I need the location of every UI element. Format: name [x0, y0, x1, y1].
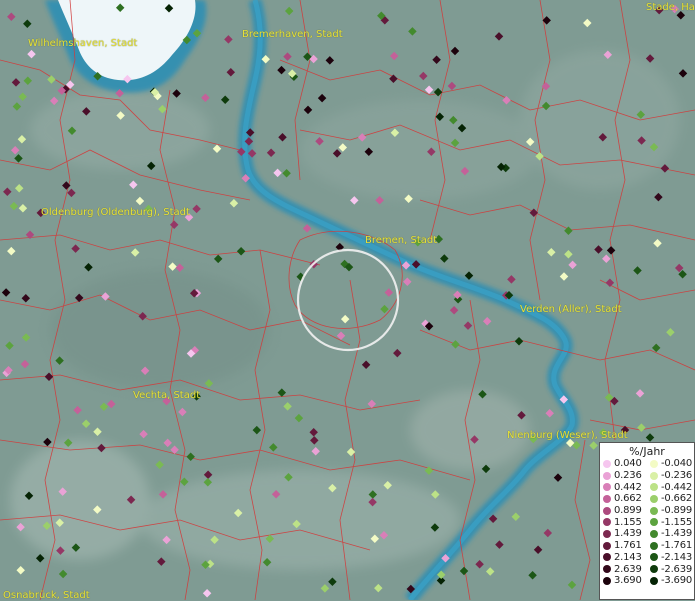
legend-value: -3.690: [661, 575, 693, 587]
legend-swatch: [650, 565, 658, 574]
legend-entry-negative: -0.899: [647, 505, 694, 516]
legend-value: 1.761: [614, 540, 642, 552]
legend-entry-negative: -0.662: [647, 493, 694, 504]
legend-swatch: [650, 471, 658, 480]
legend-entry-positive: 0.899: [600, 505, 647, 516]
legend-row: 2.143 -2.143: [600, 552, 694, 564]
legend-entry-positive: 1.439: [600, 528, 647, 539]
legend-value: 2.143: [614, 551, 642, 563]
legend-row: 1.761 -1.761: [600, 540, 694, 552]
legend-swatch: [650, 494, 658, 503]
legend-swatch: [650, 459, 658, 468]
legend-value: 3.690: [614, 575, 642, 587]
legend-swatch: [603, 529, 611, 538]
legend-value: 0.040: [614, 458, 642, 470]
legend-entry-positive: 1.155: [600, 517, 647, 528]
legend-entry-negative: -1.155: [647, 517, 694, 528]
legend-swatch: [650, 576, 658, 585]
legend-entry-positive: 0.662: [600, 493, 647, 504]
city-label-vechta: Vechta, Stadt: [133, 390, 201, 401]
legend-row: 0.040 -0.040: [600, 458, 694, 470]
legend-entry-negative: -1.761: [647, 540, 694, 551]
legend-entry-negative: -2.143: [647, 552, 694, 563]
legend-row: 0.899 -0.899: [600, 505, 694, 517]
legend-swatch: [603, 494, 611, 503]
legend-value: 0.442: [614, 481, 642, 493]
legend-row: 3.690 -3.690: [600, 575, 694, 587]
city-label-verden: Verden (Aller), Stadt: [520, 304, 622, 315]
legend-entry-negative: -1.439: [647, 528, 694, 539]
legend-title: %/Jahr: [629, 445, 665, 458]
legend-swatch: [603, 518, 611, 527]
legend-swatch: [603, 483, 611, 492]
legend-entry-positive: 3.690: [600, 575, 647, 586]
legend-entry-negative: -0.236: [647, 470, 694, 481]
legend-entry-positive: 0.236: [600, 470, 647, 481]
legend-swatch: [603, 541, 611, 550]
legend-value: -1.761: [661, 540, 693, 552]
legend-swatch: [603, 506, 611, 515]
legend-swatch: [603, 471, 611, 480]
legend-row: 0.236 -0.236: [600, 470, 694, 482]
legend-swatch: [650, 483, 658, 492]
legend-swatch: [650, 529, 658, 538]
city-label-nienburg: Nienburg (Weser), Stadt: [507, 430, 628, 441]
legend-value: -0.662: [661, 493, 693, 505]
legend-value: 0.662: [614, 493, 642, 505]
city-label-osnabrueck: Osnabrück, Stadt: [3, 590, 90, 601]
legend-swatch: [650, 541, 658, 550]
legend-swatch: [603, 553, 611, 562]
legend-panel: %/Jahr 0.040 -0.040 0.236 -0.236 0.442 -0.442…: [599, 442, 695, 600]
legend-swatch: [650, 518, 658, 527]
legend-entry-negative: -3.690: [647, 575, 694, 586]
legend-value: 0.236: [614, 470, 642, 482]
legend-value: -2.639: [661, 563, 693, 575]
legend-entry-positive: 0.442: [600, 482, 647, 493]
map-canvas[interactable]: [0, 0, 695, 600]
legend-entry-positive: 0.040: [600, 458, 647, 469]
legend-rows: 0.040 -0.040 0.236 -0.236 0.442 -0.442 0.662 -0…: [600, 458, 694, 587]
legend-swatch: [603, 565, 611, 574]
legend-row: 0.662 -0.662: [600, 493, 694, 505]
legend-entry-positive: 2.143: [600, 552, 647, 563]
city-label-oldenburg: Oldenburg (Oldenburg), Stadt: [41, 207, 190, 218]
legend-swatch: [650, 553, 658, 562]
legend-row: 1.439 -1.439: [600, 528, 694, 540]
legend-row: 1.155 -1.155: [600, 516, 694, 528]
legend-entry-negative: -0.442: [647, 482, 694, 493]
legend-value: 1.155: [614, 516, 642, 528]
legend-value: 0.899: [614, 505, 642, 517]
city-label-wilhelmshaven: Wilhelmshaven, Stadt: [28, 38, 138, 49]
legend-entry-positive: 2.639: [600, 564, 647, 575]
legend-entry-negative: -0.040: [647, 458, 694, 469]
legend-value: -1.155: [661, 516, 693, 528]
legend-swatch: [650, 506, 658, 515]
city-label-bremen: Bremen, Stadt: [365, 235, 438, 246]
legend-entry-positive: 1.761: [600, 540, 647, 551]
city-label-bremerhaven: Bremerhaven, Stadt: [242, 29, 343, 40]
city-label-stade: Stade, Ha: [646, 2, 695, 13]
legend-swatch: [603, 459, 611, 468]
legend-row: 0.442 -0.442: [600, 481, 694, 493]
legend-value: -1.439: [661, 528, 693, 540]
legend-value: -0.040: [661, 458, 693, 470]
legend-value: -0.442: [661, 481, 693, 493]
legend-value: -2.143: [661, 551, 693, 563]
legend-value: -0.899: [661, 505, 693, 517]
legend-value: 2.639: [614, 563, 642, 575]
legend-entry-negative: -2.639: [647, 564, 694, 575]
legend-swatch: [603, 576, 611, 585]
legend-value: 1.439: [614, 528, 642, 540]
legend-row: 2.639 -2.639: [600, 563, 694, 575]
legend-value: -0.236: [661, 470, 693, 482]
